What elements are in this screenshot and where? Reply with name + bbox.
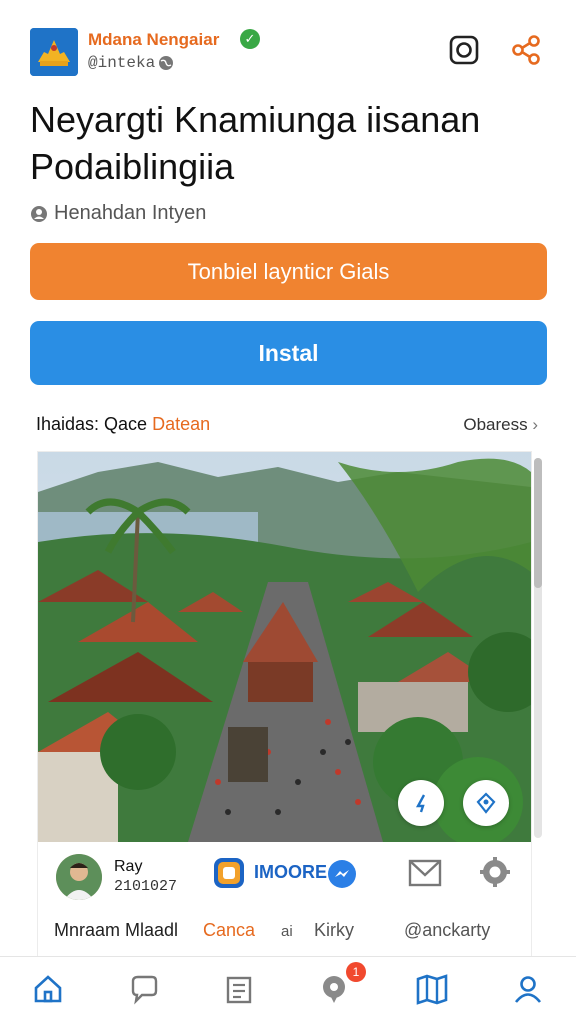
- share-icon[interactable]: [508, 32, 544, 68]
- install-button[interactable]: Instal: [30, 321, 547, 385]
- section-label: Ihaidas: Qace Datean: [36, 414, 210, 435]
- meta-separator: ai: [281, 923, 293, 940]
- app-handle: @inteka: [88, 54, 156, 72]
- chevron-right-icon: ›: [532, 415, 538, 434]
- app-header: Mdana Nengaiar ✓ @inteka: [0, 0, 576, 96]
- notification-badge: 1: [346, 962, 366, 982]
- messenger-icon[interactable]: [328, 860, 356, 888]
- village-photo: [38, 452, 531, 842]
- home-icon[interactable]: [30, 971, 66, 1007]
- temple-emblem-icon[interactable]: [30, 28, 78, 76]
- map-book-icon[interactable]: [414, 971, 450, 1007]
- chat-icon[interactable]: [126, 971, 162, 1007]
- meta-category[interactable]: Canca: [203, 920, 255, 941]
- profile-icon[interactable]: [510, 971, 546, 1007]
- scrollbar-thumb[interactable]: [534, 458, 542, 588]
- globe-icon: [159, 56, 173, 70]
- section-label-prefix: Ihaidas: Qace: [36, 414, 148, 434]
- mail-icon[interactable]: [408, 858, 442, 888]
- meta-tag[interactable]: Kirky: [314, 920, 354, 941]
- subtitle: Henahdan Intyen: [54, 202, 207, 224]
- settings-icon[interactable]: [478, 856, 512, 888]
- page-title: Neyargti Knamiunga iisanan Podaiblingiia: [30, 99, 481, 187]
- section-more-link[interactable]: Obaress ›: [463, 415, 538, 435]
- bottom-nav: [0, 956, 576, 1024]
- post-card[interactable]: Ray 2101027 IMOORE Mnraam Mlaadl Canca a…: [38, 452, 531, 957]
- scrollbar[interactable]: [534, 458, 542, 838]
- brand-logo-icon[interactable]: [212, 856, 246, 890]
- meta-handle[interactable]: @anckarty: [404, 920, 490, 941]
- location-pin-icon[interactable]: [463, 780, 509, 826]
- person-icon: [31, 205, 47, 222]
- section-link-label: Obaress: [463, 415, 528, 434]
- edit-icon[interactable]: [398, 780, 444, 826]
- subtitle-row: Henahdan Intyen: [30, 202, 206, 225]
- author-name[interactable]: Ray: [114, 858, 142, 876]
- clipboard-icon[interactable]: [221, 971, 257, 1007]
- avatar[interactable]: [56, 854, 102, 900]
- author-row: Ray 2101027 IMOORE: [38, 842, 531, 906]
- instagram-icon[interactable]: [446, 32, 482, 68]
- author-date: 2101027: [114, 878, 178, 895]
- meta-row: Mnraam Mlaadl Canca ai Kirky @anckarty: [38, 912, 531, 952]
- verified-icon: ✓: [240, 29, 260, 49]
- app-name[interactable]: Mdana Nengaiar: [88, 30, 219, 50]
- meta-author[interactable]: Mnraam Mlaadl: [54, 920, 178, 941]
- primary-action-button[interactable]: Tonbiel laynticr Gials: [30, 243, 547, 300]
- section-label-highlight: Datean: [152, 414, 211, 434]
- brand-name[interactable]: IMOORE: [254, 862, 327, 883]
